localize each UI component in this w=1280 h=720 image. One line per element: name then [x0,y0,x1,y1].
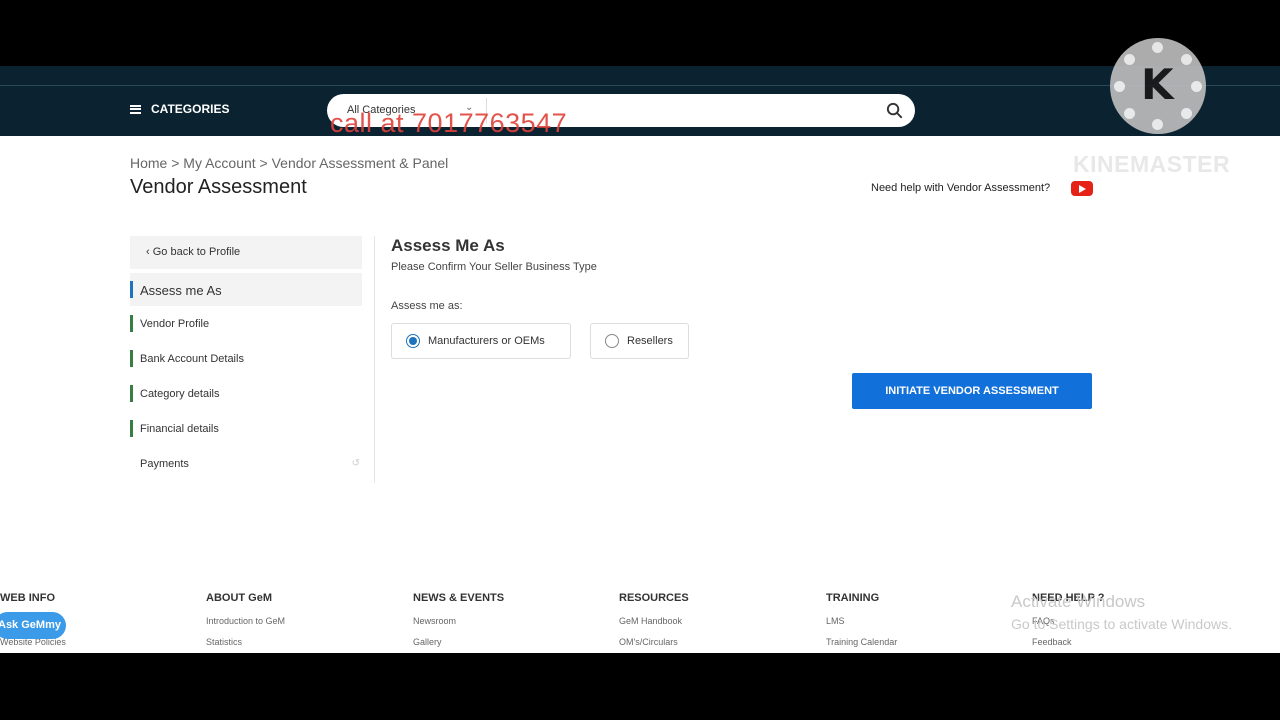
logo-dot [1181,108,1192,119]
sidebar-item-label: Assess me As [140,283,222,298]
categories-label: CATEGORIES [151,102,230,116]
sidebar-item-bank-account-details[interactable]: Bank Account Details [130,341,362,376]
categories-menu-button[interactable]: CATEGORIES [130,102,229,116]
sidebar-item-vendor-profile[interactable]: Vendor Profile [130,306,362,341]
history-icon: ↺ [351,458,360,469]
chevron-left-icon: ‹ [146,246,153,258]
footer-col-resources: RESOURCES GeM Handbook OM's/Circulars [619,592,689,658]
option-manufacturers-oems[interactable]: Manufacturers or OEMs [391,323,571,359]
footer-col-training: TRAINING LMS Training Calendar [826,592,897,658]
option-resellers[interactable]: Resellers [590,323,689,359]
navbar-divider [0,85,1280,86]
kinemaster-watermark: KINEMASTER [1073,151,1231,177]
youtube-icon[interactable] [1071,181,1093,196]
sidebar-item-label: Bank Account Details [140,353,244,365]
page-title: Vendor Assessment [130,176,307,198]
section-title: Assess Me As [391,236,505,255]
sidebar-divider [374,236,375,483]
footer-link[interactable]: GeM Handbook [619,616,689,637]
sidebar-item-payments[interactable]: Payments ↺ [130,446,362,481]
footer-heading: NEWS & EVENTS [413,592,505,604]
windows-activation-subtitle: Go to Settings to activate Windows. [1011,616,1232,632]
logo-dot [1124,54,1135,65]
search-icon[interactable] [885,101,904,120]
top-navbar: CATEGORIES All Categories ⌄ [0,66,1280,136]
logo-dot [1181,54,1192,65]
kinemaster-logo-icon: K [1110,38,1206,134]
footer-link[interactable]: LMS [826,616,897,637]
sidebar-item-category-details[interactable]: Category details [130,376,362,411]
option-label: Resellers [627,335,673,347]
sidebar-item-assess-me-as[interactable]: Assess me As [130,273,362,306]
footer-heading: RESOURCES [619,592,689,604]
radio-selected-icon[interactable] [406,334,420,348]
initiate-vendor-assessment-button[interactable]: INITIATE VENDOR ASSESSMENT [852,373,1092,409]
logo-dot [1152,119,1163,130]
active-indicator [130,281,133,298]
overlay-call-text: call at 7017763547 [330,108,568,138]
sidebar-item-financial-details[interactable]: Financial details [130,411,362,446]
go-back-to-profile-link[interactable]: ‹ Go back to Profile [130,236,362,269]
footer-link[interactable]: Introduction to GeM [206,616,285,637]
breadcrumb[interactable]: Home > My Account > Vendor Assessment & … [130,155,448,171]
logo-dot [1124,108,1135,119]
footer-col-news-events: NEWS & EVENTS Newsroom Gallery [413,592,504,658]
sidebar-item-label: Payments [140,458,189,470]
status-indicator [130,350,133,367]
footer-link[interactable]: Newsroom [413,616,504,637]
ask-gemmy-button[interactable]: Ask GeMmy [0,612,66,639]
logo-dot [1191,81,1202,92]
logo-dot [1152,42,1163,53]
section-subtitle: Please Confirm Your Seller Business Type [391,261,597,273]
help-link[interactable]: Need help with Vendor Assessment? [871,182,1050,194]
assess-label: Assess me as: [391,300,463,312]
status-indicator [130,420,133,437]
hamburger-icon [130,104,141,114]
sidebar-item-label: Financial details [140,423,219,435]
video-letterbox-bottom [0,653,1280,720]
sidebar-item-label: Vendor Profile [140,318,210,330]
footer-heading: TRAINING [826,592,880,604]
windows-activation-title: Activate Windows [1011,592,1146,611]
sidebar-item-label: Category details [140,388,220,400]
footer-heading: ABOUT GeM [206,592,272,604]
option-label: Manufacturers or OEMs [428,335,545,347]
status-indicator [130,385,133,402]
logo-dot [1114,81,1125,92]
video-letterbox-top [0,0,1280,66]
logo-letter: K [1141,60,1174,109]
radio-unselected-icon[interactable] [605,334,619,348]
footer-col-about-gem: ABOUT GeM Introduction to GeM Statistics [206,592,285,658]
page-content: Home > My Account > Vendor Assessment & … [0,136,1280,653]
sidebar: ‹ Go back to Profile Assess me As Vendor… [130,236,362,481]
status-indicator [130,315,133,332]
